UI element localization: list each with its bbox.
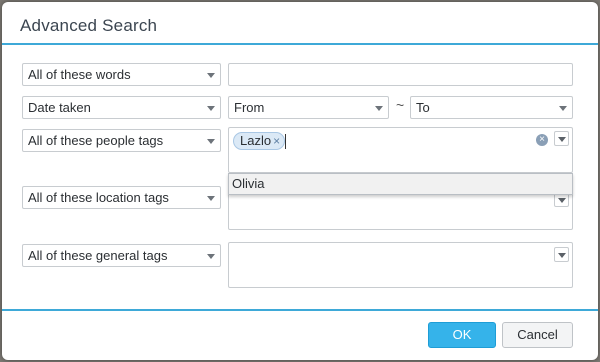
date-field-select[interactable]: Date taken	[22, 96, 221, 119]
text-cursor	[285, 134, 286, 149]
ok-button[interactable]: OK	[428, 322, 496, 348]
words-input[interactable]	[228, 63, 573, 86]
chevron-down-icon	[559, 106, 567, 111]
date-range-separator: ~	[396, 97, 405, 113]
words-match-label: All of these words	[28, 67, 131, 82]
people-tags-match-label: All of these people tags	[28, 133, 164, 148]
footer-divider	[2, 309, 598, 311]
clear-icon[interactable]: ×	[536, 134, 548, 146]
people-tags-dropdown-button[interactable]	[554, 131, 569, 146]
people-tags-input[interactable]: Lazlo × ×	[228, 127, 573, 173]
date-field-label: Date taken	[28, 100, 91, 115]
general-tags-match-label: All of these general tags	[28, 248, 168, 263]
chevron-down-icon	[207, 254, 215, 259]
dialog-title: Advanced Search	[20, 16, 158, 35]
cancel-button[interactable]: Cancel	[502, 322, 573, 348]
date-to-select[interactable]: To	[410, 96, 573, 119]
suggestion-item[interactable]: Olivia	[228, 173, 573, 195]
words-match-select[interactable]: All of these words	[22, 63, 221, 86]
people-tags-match-select[interactable]: All of these people tags	[22, 129, 221, 152]
date-from-select[interactable]: From	[228, 96, 389, 119]
tag-chip-label: Lazlo	[240, 133, 272, 148]
remove-tag-icon[interactable]: ×	[273, 134, 280, 148]
tag-chip: Lazlo ×	[233, 132, 286, 150]
location-tags-match-select[interactable]: All of these location tags	[22, 186, 221, 209]
chevron-down-icon	[375, 106, 383, 111]
title-divider	[2, 43, 598, 45]
general-tags-input[interactable]	[228, 242, 573, 288]
location-tags-match-label: All of these location tags	[28, 190, 169, 205]
chevron-down-icon	[207, 139, 215, 144]
chevron-down-icon	[207, 196, 215, 201]
general-tags-dropdown-button[interactable]	[554, 247, 569, 262]
chevron-down-icon	[207, 73, 215, 78]
date-from-label: From	[234, 100, 265, 115]
date-to-label: To	[416, 100, 430, 115]
chevron-down-icon	[207, 106, 215, 111]
general-tags-match-select[interactable]: All of these general tags	[22, 244, 221, 267]
